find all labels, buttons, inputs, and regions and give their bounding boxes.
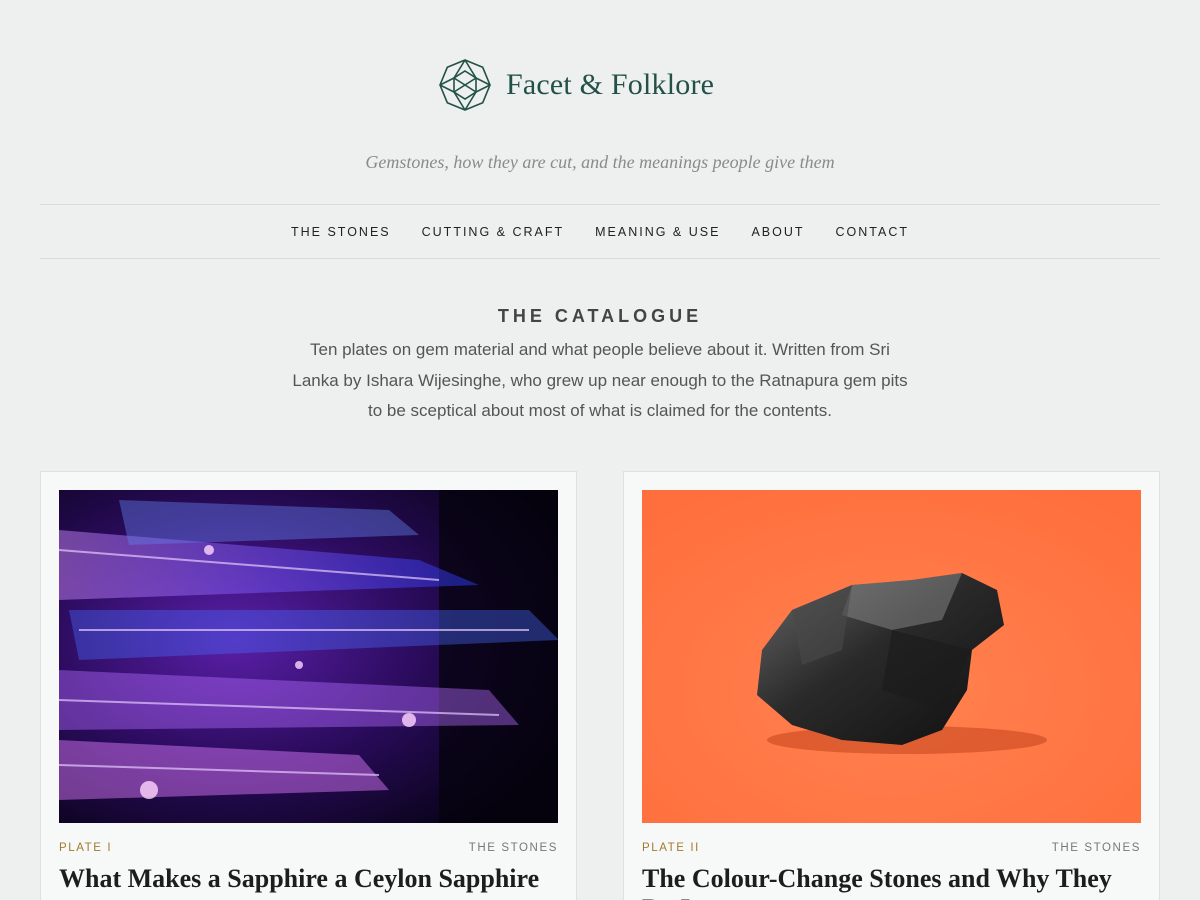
nav-item-meaning-use[interactable]: MEANING & USE xyxy=(595,225,720,239)
main-nav: THE STONES CUTTING & CRAFT MEANING & USE… xyxy=(40,204,1160,259)
catalogue-title: THE CATALOGUE xyxy=(497,306,703,326)
gem-logo-icon xyxy=(439,59,491,111)
brand-link[interactable]: Facet & Folklore xyxy=(438,58,714,112)
nav-item-contact[interactable]: CONTACT xyxy=(836,225,910,239)
plate-card[interactable]: PLATE II THE STONES The Colour-Change St… xyxy=(623,471,1160,900)
catalogue-description: Ten plates on gem material and what peop… xyxy=(292,340,908,420)
card-image-link[interactable] xyxy=(59,490,558,823)
card-image-link[interactable] xyxy=(642,490,1141,823)
crystal-photo-image xyxy=(59,490,558,823)
site-name: Facet & Folklore xyxy=(506,68,715,101)
dark-stone-photo-image xyxy=(642,490,1141,823)
catalogue-intro: THE CATALOGUE Ten plates on gem material… xyxy=(0,306,1200,427)
site-tagline: Gemstones, how they are cut, and the mea… xyxy=(365,152,835,172)
nav-item-the-stones[interactable]: THE STONES xyxy=(291,225,391,239)
category-link[interactable]: THE STONES xyxy=(1052,842,1141,854)
plate-number: PLATE I xyxy=(59,842,113,854)
plate-card[interactable]: PLATE I THE STONES What Makes a Sapphire… xyxy=(40,471,577,900)
nav-item-about[interactable]: ABOUT xyxy=(751,225,804,239)
card-title[interactable]: What Makes a Sapphire a Ceylon Sapphire xyxy=(59,864,558,894)
card-title[interactable]: The Colour-Change Stones and Why They Do… xyxy=(642,864,1141,900)
nav-item-cutting-craft[interactable]: CUTTING & CRAFT xyxy=(422,225,565,239)
site-header: Facet & Folklore Gemstones, how they are… xyxy=(0,0,1200,205)
card-meta: PLATE II THE STONES xyxy=(642,842,1141,854)
category-link[interactable]: THE STONES xyxy=(469,842,558,854)
card-meta: PLATE I THE STONES xyxy=(59,842,558,854)
plate-number: PLATE II xyxy=(642,842,700,854)
